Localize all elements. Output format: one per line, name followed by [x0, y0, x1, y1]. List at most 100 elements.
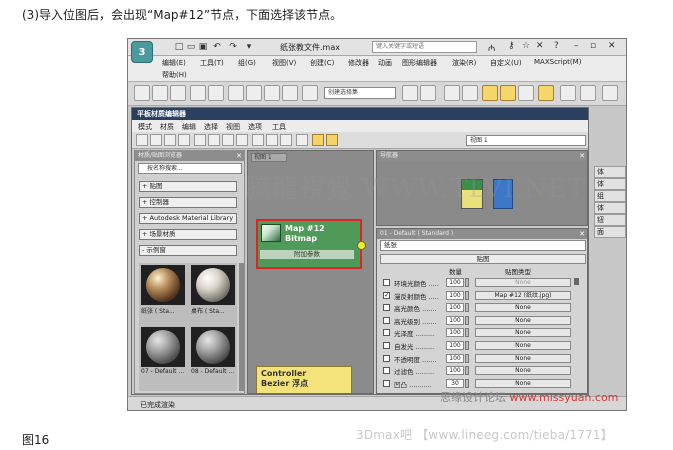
material-swatch[interactable] — [141, 265, 185, 305]
map-slot-button[interactable]: None — [475, 353, 571, 363]
map-amount-field[interactable]: 30 — [446, 378, 464, 388]
map-amount-field[interactable]: 100 — [446, 278, 464, 287]
show-map-icon[interactable] — [222, 134, 234, 146]
render-production-icon[interactable] — [580, 85, 596, 101]
material-name-field[interactable]: 纸张 — [380, 240, 586, 251]
percent-snap-icon[interactable] — [264, 85, 280, 101]
help-icon[interactable]: ? — [554, 41, 559, 51]
amount-spinner[interactable] — [465, 315, 469, 325]
spinner-snap-icon[interactable] — [282, 85, 298, 101]
hide-unused-icon[interactable] — [208, 134, 220, 146]
save-icon[interactable]: ▣ — [198, 42, 208, 52]
command-panel-item[interactable]: 组 — [594, 190, 626, 202]
graphite-ribbon-icon[interactable] — [462, 85, 478, 101]
key-icon[interactable]: ⚷ — [508, 41, 515, 51]
put-to-scene-icon[interactable] — [164, 134, 176, 146]
close-icon[interactable]: ✕ — [236, 151, 242, 161]
command-panel-item[interactable]: 钮 — [594, 214, 626, 226]
map-amount-field[interactable]: 100 — [446, 341, 464, 350]
node-view-canvas[interactable]: 视图 1 Map #12 Bitmap 附加参数 Controller Bezi… — [247, 150, 374, 394]
command-panel-item[interactable]: 体 — [594, 166, 626, 178]
map-amount-field[interactable]: 100 — [446, 290, 464, 300]
menu-animation[interactable]: 动画 — [378, 58, 392, 68]
rollout-autodesk-library[interactable]: + Autodesk Material Library — [139, 213, 237, 224]
map-slot-button[interactable]: None — [475, 328, 571, 338]
bezier-float-controller-node[interactable]: Controller Bezier 浮点 — [256, 366, 352, 393]
map-enable-checkbox[interactable] — [383, 329, 390, 337]
slate-menu-utilities[interactable]: 工具 — [272, 122, 286, 132]
amount-spinner[interactable] — [465, 303, 469, 313]
restore-icon[interactable]: ▫ — [590, 41, 596, 51]
node-extra-params-bar[interactable]: 附加参数 — [260, 250, 354, 259]
navigator-panel[interactable]: 导航器 ✕ — [376, 150, 588, 226]
amount-spinner[interactable] — [465, 366, 469, 376]
angle-snap-icon[interactable] — [246, 85, 262, 101]
menu-tools[interactable]: 工具(T) — [200, 58, 224, 68]
map-enable-checkbox[interactable] — [383, 379, 390, 387]
map-slot-button[interactable]: None — [475, 315, 571, 325]
menu-views[interactable]: 视图(V) — [272, 58, 296, 68]
browser-search-input[interactable]: 按名称搜索... — [138, 163, 242, 174]
render-teapot-icon[interactable] — [602, 85, 618, 101]
map-amount-field[interactable]: 100 — [446, 328, 464, 338]
amount-spinner[interactable] — [465, 278, 469, 287]
rollout-controllers[interactable]: + 控制器 — [139, 197, 237, 208]
delete-icon[interactable] — [178, 134, 190, 146]
command-panel-item[interactable]: 体 — [594, 202, 626, 214]
map-enable-checkbox[interactable] — [383, 279, 390, 286]
command-panel-item[interactable]: 面 — [594, 226, 626, 238]
app-logo[interactable]: 3 — [131, 41, 153, 63]
unlink-icon[interactable] — [170, 85, 186, 101]
map-enable-checkbox[interactable] — [383, 304, 390, 312]
window-close-icon[interactable]: ✕ — [608, 41, 616, 51]
menu-customize[interactable]: 自定义(U) — [490, 58, 522, 68]
menu-help[interactable]: 帮助(H) — [162, 70, 187, 80]
map-enable-checkbox[interactable]: ✓ — [383, 291, 390, 299]
material-id-icon[interactable] — [280, 134, 292, 146]
curve-editor-icon[interactable] — [482, 85, 498, 101]
map-slot-button[interactable]: None — [475, 341, 571, 350]
browser-scrollbar[interactable] — [239, 263, 244, 391]
close-icon[interactable]: ✕ — [579, 151, 585, 161]
close-icon[interactable]: ✕ — [579, 229, 585, 239]
move-children-icon[interactable] — [194, 134, 206, 146]
material-swatch[interactable] — [191, 265, 235, 305]
command-panel-item[interactable]: 体 — [594, 178, 626, 190]
named-selection-set-dropdown[interactable]: 创建选择集 — [324, 87, 396, 99]
node-output-socket[interactable] — [357, 241, 366, 250]
project-folder-icon[interactable]: ▾ — [244, 42, 254, 52]
minimize-icon[interactable]: – — [574, 41, 579, 51]
slate-menu-edit[interactable]: 编辑 — [182, 122, 196, 132]
new-file-icon[interactable]: □ — [174, 42, 184, 52]
material-swatch[interactable] — [191, 327, 235, 367]
menu-rendering[interactable]: 渲染(R) — [452, 58, 476, 68]
map-slot-button[interactable]: None — [475, 278, 571, 287]
edit-named-selection-icon[interactable] — [302, 85, 318, 101]
select-by-material-icon[interactable] — [296, 134, 308, 146]
layer-manager-icon[interactable] — [444, 85, 460, 101]
menu-maxscript[interactable]: MAXScript(M) — [534, 58, 581, 66]
lock-icon[interactable] — [574, 278, 579, 285]
layout-children-icon[interactable] — [266, 134, 278, 146]
open-folder-icon[interactable]: ▭ — [186, 42, 196, 52]
amount-spinner[interactable] — [465, 378, 469, 388]
amount-spinner[interactable] — [465, 328, 469, 338]
show-background-icon[interactable] — [236, 134, 248, 146]
map-enable-checkbox[interactable] — [383, 354, 390, 362]
amount-spinner[interactable] — [465, 353, 469, 363]
slate-menu-modes[interactable]: 模式 — [138, 122, 152, 132]
map-amount-field[interactable]: 100 — [446, 353, 464, 363]
rollout-scene-materials[interactable]: + 场景材质 — [139, 229, 237, 240]
align-icon[interactable] — [420, 85, 436, 101]
menu-create[interactable]: 创建(C) — [310, 58, 334, 68]
show-navigator-icon[interactable] — [326, 134, 338, 146]
slate-menu-options[interactable]: 选项 — [248, 122, 262, 132]
schematic-view-icon[interactable] — [500, 85, 516, 101]
slate-titlebar[interactable]: 平板材质编辑器 — [132, 108, 588, 120]
bind-space-warp-icon[interactable] — [190, 85, 206, 101]
view-selector-dropdown[interactable]: 视图 1 — [466, 135, 586, 146]
snap-toggle-icon[interactable] — [228, 85, 244, 101]
pick-material-icon[interactable] — [136, 134, 148, 146]
menu-edit[interactable]: 编辑(E) — [162, 58, 186, 68]
link-icon[interactable] — [152, 85, 168, 101]
